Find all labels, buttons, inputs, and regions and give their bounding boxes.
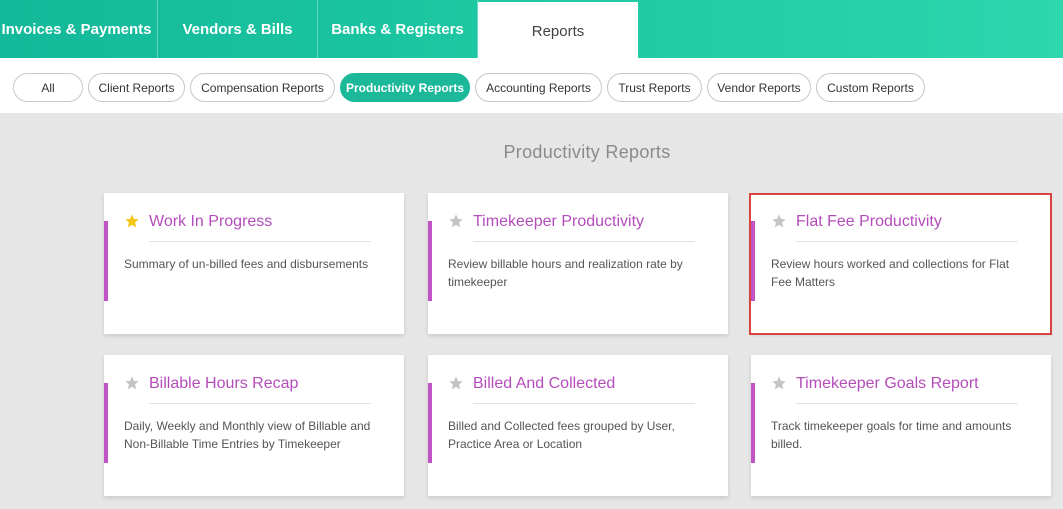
card-divider <box>149 403 371 404</box>
filter-custom-reports[interactable]: Custom Reports <box>816 73 925 102</box>
tab-invoices-payments[interactable]: Invoices & Payments <box>0 0 158 58</box>
card-accent-bar <box>751 383 755 463</box>
card-description: Daily, Weekly and Monthly view of Billab… <box>124 419 371 451</box>
card-divider <box>796 241 1018 242</box>
card-accent-bar <box>751 221 755 301</box>
card-title: Work In Progress <box>149 213 273 230</box>
filter-productivity-reports[interactable]: Productivity Reports <box>340 73 470 102</box>
filter-vendor-reports[interactable]: Vendor Reports <box>707 73 811 102</box>
filter-trust-reports[interactable]: Trust Reports <box>607 73 702 102</box>
tab-banks-registers[interactable]: Banks & Registers <box>318 0 478 58</box>
card-description: Review hours worked and collections for … <box>771 257 1010 289</box>
star-icon[interactable] <box>771 213 787 229</box>
report-filter-bar: All Client Reports Compensation Reports … <box>0 58 1063 113</box>
report-card-billed-and-collected[interactable]: Billed And Collected Billed and Collecte… <box>428 355 728 496</box>
report-card-billable-hours-recap[interactable]: Billable Hours Recap Daily, Weekly and M… <box>104 355 404 496</box>
star-icon[interactable] <box>771 375 787 391</box>
tab-reports[interactable]: Reports <box>478 2 638 58</box>
card-title: Billable Hours Recap <box>149 375 299 392</box>
top-navigation: Invoices & Payments Vendors & Bills Bank… <box>0 0 1063 58</box>
filter-compensation-reports[interactable]: Compensation Reports <box>190 73 335 102</box>
card-divider <box>473 403 695 404</box>
card-title: Flat Fee Productivity <box>796 213 942 230</box>
card-accent-bar <box>104 383 108 463</box>
filter-client-reports[interactable]: Client Reports <box>88 73 185 102</box>
star-icon[interactable] <box>448 213 464 229</box>
card-divider <box>796 403 1018 404</box>
star-icon[interactable] <box>124 213 140 229</box>
star-icon[interactable] <box>448 375 464 391</box>
card-description: Summary of un-billed fees and disburseme… <box>124 257 369 271</box>
tab-vendors-bills[interactable]: Vendors & Bills <box>158 0 318 58</box>
section-title: Productivity Reports <box>503 142 671 162</box>
card-accent-bar <box>104 221 108 301</box>
card-divider <box>149 241 371 242</box>
card-title: Timekeeper Productivity <box>473 213 645 230</box>
card-divider <box>473 241 695 242</box>
star-icon[interactable] <box>124 375 140 391</box>
card-accent-bar <box>428 383 432 463</box>
report-card-timekeeper-goals[interactable]: Timekeeper Goals Report Track timekeeper… <box>751 355 1051 496</box>
filter-accounting-reports[interactable]: Accounting Reports <box>475 73 602 102</box>
card-accent-bar <box>428 221 432 301</box>
filter-all[interactable]: All <box>13 73 83 102</box>
report-card-timekeeper-productivity[interactable]: Timekeeper Productivity Review billable … <box>428 193 728 334</box>
card-description: Billed and Collected fees grouped by Use… <box>448 419 675 451</box>
card-description: Track timekeeper goals for time and amou… <box>771 419 1012 451</box>
report-card-flat-fee-productivity[interactable]: Flat Fee Productivity Review hours worke… <box>749 193 1052 335</box>
report-card-work-in-progress[interactable]: Work In Progress Summary of un-billed fe… <box>104 193 404 334</box>
card-description: Review billable hours and realization ra… <box>448 257 683 289</box>
card-title: Timekeeper Goals Report <box>796 375 979 392</box>
card-title: Billed And Collected <box>473 375 616 392</box>
